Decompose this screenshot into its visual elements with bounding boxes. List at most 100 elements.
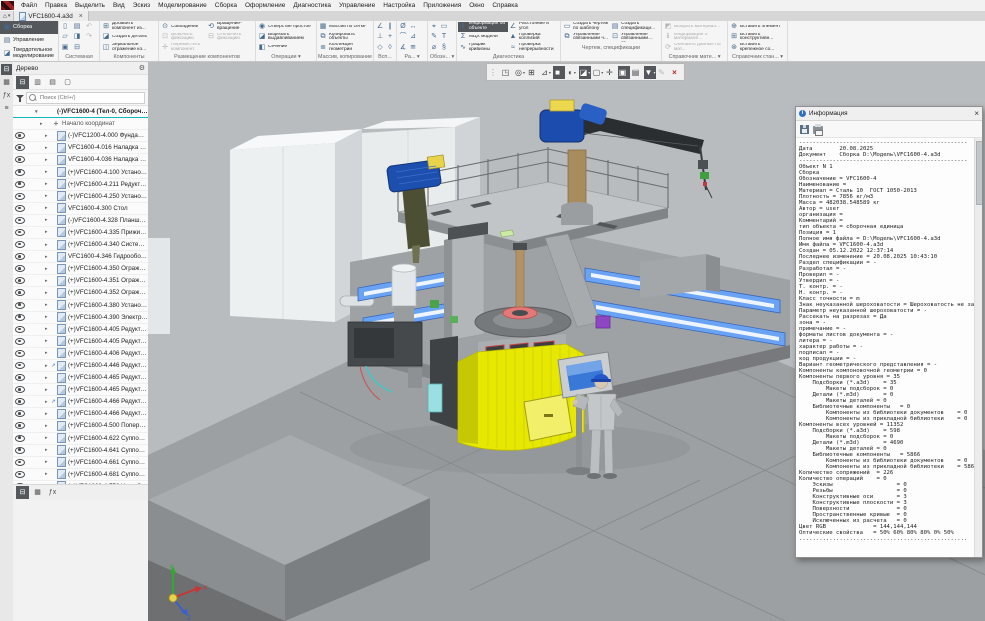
dock-button[interactable]: ▦ [1, 77, 12, 88]
menu-item[interactable]: Окно [465, 2, 488, 9]
menu-item[interactable]: Справка [488, 2, 522, 9]
menu-item[interactable]: Вид [109, 2, 129, 9]
tree-item[interactable]: ▸ ↗ (+)VFC1600-4.390 Электромеханич... [13, 312, 148, 324]
tree-item[interactable]: ▾ ↗ (-)VFC1600-4 (Тел-0, Сборочные еди [13, 106, 148, 118]
visibility-eye-icon[interactable] [13, 350, 27, 357]
ribbon-button[interactable]: T [439, 32, 449, 42]
ribbon-button[interactable]: ▣ [60, 43, 72, 53]
ribbon-button[interactable]: ⊙Совпадение [160, 22, 206, 32]
ribbon-button[interactable]: ℹИнформация о материале... [663, 32, 726, 42]
ribbon-button[interactable]: ↶ [84, 22, 96, 32]
tree-toolbar-button[interactable]: ▢ [61, 76, 74, 89]
ribbon-button[interactable]: ΣМЦХ модели [458, 32, 508, 42]
search-input[interactable] [38, 94, 142, 102]
expand-arrow-icon[interactable]: ▸ [45, 387, 51, 393]
visibility-eye-icon[interactable] [13, 362, 27, 369]
quickbar-button[interactable]: ◪ ▾ [579, 66, 591, 79]
menu-item[interactable]: Управление [335, 2, 379, 9]
ribbon-button[interactable]: ℹИнформация об объекте [458, 22, 508, 32]
tree-bottom-button[interactable]: ▦ [31, 486, 44, 499]
ribbon-button[interactable]: ⊞Добавить компонент из... [101, 22, 157, 32]
expand-arrow-icon[interactable]: ▸ [45, 217, 51, 223]
tree-item[interactable]: ▸ ↗ VFC1600-4.300 Стол [13, 203, 148, 215]
ribbon-button[interactable]: § [439, 43, 449, 53]
ribbon-button[interactable]: ⧉Управление связанными ч... [562, 32, 610, 42]
tree-item[interactable]: ▸ ↗ VFC1600-4.016 Наладка выстр... [13, 142, 148, 154]
ribbon-button[interactable]: ✛Переместить компонент [160, 43, 206, 53]
expand-arrow-icon[interactable]: ▸ [45, 290, 51, 296]
tree-item[interactable]: ▸ ↗ (+)VFC1600-4.340 Система смазки с... [13, 239, 148, 251]
visibility-eye-icon[interactable] [13, 205, 27, 212]
tree-item[interactable]: ▸ ↗ (+)VFC1600-4.250 Установка электр... [13, 191, 148, 203]
tree-toolbar-button[interactable]: ▥ [31, 76, 44, 89]
ribbon-button[interactable]: ⌖ [429, 22, 439, 32]
quickbar-button[interactable]: ▢ ▾ [592, 66, 604, 79]
expand-arrow-icon[interactable]: ▸ [45, 254, 51, 260]
ribbon-button[interactable]: ◉Отверстие простое [257, 22, 315, 32]
ribbon-button[interactable]: ⊕Вставить элемент [729, 22, 786, 32]
search-box[interactable] [26, 92, 145, 104]
tree-toolbar-button[interactable]: ▤ [46, 76, 59, 89]
tree-item[interactable]: ▸ ↗ (+)VFC1600-4.350 Ограждение вер... [13, 263, 148, 275]
expand-arrow-icon[interactable]: ▸ [45, 447, 51, 453]
visibility-eye-icon[interactable] [13, 314, 27, 321]
ribbon-button[interactable]: ≣Коллекция геометрии [318, 43, 372, 53]
expand-arrow-icon[interactable]: ▸ [45, 375, 51, 381]
visibility-eye-icon[interactable] [13, 253, 27, 260]
ribbon-button[interactable]: ⧉Копировать объекты [318, 32, 372, 42]
expand-arrow-icon[interactable]: ▸ [45, 302, 51, 308]
ribbon-button[interactable]: ▲Проверка коллизий [508, 32, 558, 42]
tree-item[interactable]: ▸ ↗ (+)VFC1600-4.446 Редуктор верти... [13, 360, 148, 372]
visibility-eye-icon[interactable] [13, 374, 27, 381]
ribbon-button[interactable]: ∠Расстояние и угол [508, 22, 558, 32]
gear-icon[interactable]: ⚙ [139, 64, 145, 72]
quickbar-button[interactable]: ◳ ▾ [501, 66, 513, 79]
visibility-eye-icon[interactable] [13, 265, 27, 272]
tree-item[interactable]: ▸ ↗ Начало координат [13, 118, 148, 130]
ribbon-button[interactable]: ⟲Вращение-вращение [206, 22, 252, 32]
dock-button[interactable]: ≡ [1, 103, 12, 114]
ribbon-tab[interactable]: ◪ Твердотельное моделирование [0, 48, 58, 61]
ribbon-button[interactable]: ∥ [385, 22, 395, 32]
expand-arrow-icon[interactable]: ▾ [35, 109, 41, 115]
quickbar-button[interactable]: ⊿ ▾ [540, 66, 552, 79]
document-tab[interactable]: VFC1600-4.a3d × [14, 11, 89, 21]
menu-item[interactable]: Правка [41, 2, 71, 9]
ribbon-button[interactable]: ⊡Включить фиксацию [160, 32, 206, 42]
ribbon-button[interactable]: ⊡Управление связанными ст... [610, 32, 658, 42]
tree-bottom-button[interactable]: ⊟ [16, 486, 29, 499]
close-tab-icon[interactable]: × [79, 13, 83, 20]
expand-arrow-icon[interactable]: ▸ [45, 435, 51, 441]
visibility-eye-icon[interactable] [13, 338, 27, 345]
menu-item[interactable]: Файл [17, 2, 41, 9]
scrollbar-thumb[interactable] [976, 141, 982, 205]
expand-arrow-icon[interactable]: ▸ [45, 181, 51, 187]
menu-item[interactable]: Диагностика [289, 2, 335, 9]
expand-arrow-icon[interactable]: ▸ [45, 314, 51, 320]
visibility-eye-icon[interactable] [13, 156, 27, 163]
ribbon-button[interactable]: ⌀ [429, 43, 439, 53]
scrollbar[interactable] [974, 138, 982, 557]
close-window-icon[interactable]: × [974, 109, 979, 118]
ribbon-button[interactable]: ⊿ [408, 32, 418, 42]
quickbar-button[interactable]: ⊞ ▾ [527, 66, 539, 79]
tree-item[interactable]: ▸ ↗ (+)VFC1600-4.405 Редуктор горизо... [13, 336, 148, 348]
ribbon-button[interactable]: ▯ [60, 22, 72, 32]
ribbon-tab[interactable]: ▤ Управление [0, 34, 58, 47]
visibility-eye-icon[interactable] [13, 169, 27, 176]
tree-item[interactable]: ▸ ↗ (+)VFC1600-4.406 Редуктор вертик... [13, 348, 148, 360]
ribbon-button[interactable]: ▭Создать чертеж по шаблону [562, 22, 610, 32]
ribbon-button[interactable]: ∠ [375, 22, 385, 32]
ribbon-button[interactable]: ⊟ [72, 43, 84, 53]
ribbon-button[interactable]: ⊟Отключить фиксацию [206, 32, 252, 42]
ribbon-button[interactable]: ◧Сечение [257, 43, 315, 53]
tree-item[interactable]: ▸ ↗ (+)VFC1600-4.466 Редуктор верти... [13, 396, 148, 408]
ribbon-button[interactable]: ↔ [408, 22, 418, 32]
visibility-eye-icon[interactable] [13, 277, 27, 284]
quickbar-button[interactable]: ◎ ▾ [514, 66, 526, 79]
tree-item[interactable]: ▸ ↗ (+)VFC1600-4.465 Редуктор горизо... [13, 384, 148, 396]
ribbon-button[interactable]: ↷ [84, 32, 96, 42]
tree-item[interactable]: ▸ ↗ (+)VFC1600-4.661 Суппорт боковой [13, 457, 148, 469]
ribbon-button[interactable]: ∡ [398, 43, 408, 53]
visibility-eye-icon[interactable] [13, 289, 27, 296]
